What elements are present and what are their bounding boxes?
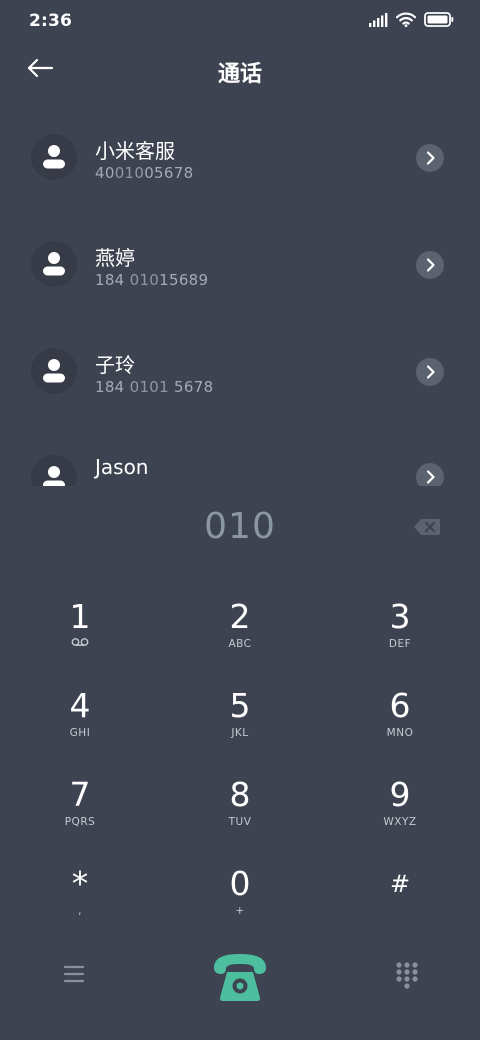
key-letters: JKL — [231, 727, 249, 739]
dialpad-toggle-button[interactable] — [392, 960, 422, 992]
contact-row[interactable]: 小米客服 4001005678 — [0, 104, 480, 211]
contact-detail-button[interactable] — [416, 358, 444, 386]
key-digit: 8 — [229, 775, 251, 814]
key-3[interactable]: 3 DEF — [340, 598, 460, 678]
bottom-bar — [0, 944, 480, 1014]
key-9[interactable]: 9 WXYZ — [340, 776, 460, 856]
contact-number: 184 0101 5678 — [95, 378, 213, 396]
key-letters: MNO — [386, 727, 414, 739]
contact-number: 184 01015689 — [95, 271, 208, 289]
number-part: 184 — [95, 271, 130, 289]
contact-detail-button[interactable] — [416, 144, 444, 172]
phone-icon — [214, 954, 266, 1001]
avatar — [31, 134, 77, 180]
key-star[interactable]: * , — [20, 865, 140, 945]
wifi-icon — [395, 12, 417, 31]
key-8[interactable]: 8 TUV — [180, 776, 300, 856]
voicemail-icon — [20, 636, 140, 652]
key-digit: 2 — [229, 597, 251, 636]
key-letters: TUV — [228, 816, 252, 828]
contact-name: Jason — [95, 455, 149, 479]
avatar — [31, 348, 77, 394]
person-icon — [43, 359, 65, 383]
signal-icon — [369, 12, 388, 31]
contact-name: 燕婷 — [95, 246, 135, 270]
key-digit: 0 — [229, 864, 251, 903]
battery-icon — [424, 12, 454, 31]
header: 通话 — [0, 44, 480, 96]
dialed-number: 010 — [204, 506, 276, 547]
key-letters: GHI — [69, 727, 91, 739]
key-4[interactable]: 4 GHI — [20, 687, 140, 767]
backspace-icon — [414, 519, 440, 535]
number-part: 05678 — [144, 164, 194, 182]
call-button[interactable] — [207, 948, 273, 1004]
avatar — [31, 455, 77, 486]
chevron-right-icon — [426, 470, 435, 484]
key-digit: 5 — [229, 686, 251, 725]
chevron-right-icon — [426, 258, 435, 272]
contact-suggestion-list: 小米客服 4001005678 燕婷 184 01015689 子玲 184 0… — [0, 104, 480, 486]
key-letters: PQRS — [64, 816, 96, 828]
number-part: 40 — [95, 164, 115, 182]
contact-row[interactable]: 子玲 184 0101 5678 — [0, 318, 480, 425]
number-part: 5678 — [168, 378, 214, 396]
status-time: 2:36 — [29, 11, 73, 31]
key-5[interactable]: 5 JKL — [180, 687, 300, 767]
person-icon — [43, 252, 65, 276]
contact-detail-button[interactable] — [416, 251, 444, 279]
key-6[interactable]: 6 MNO — [340, 687, 460, 767]
keypad: 1 2 ABC 3 DEF 4 GHI 5 JKL 6 MNO 7 PQRS 8… — [0, 588, 480, 944]
number-match-highlight: 0101 — [129, 378, 169, 396]
key-digit: * — [71, 864, 89, 903]
chevron-right-icon — [426, 151, 435, 165]
chevron-right-icon — [426, 365, 435, 379]
key-digit: 9 — [389, 775, 411, 814]
contact-detail-button[interactable] — [416, 463, 444, 486]
number-match-highlight: 010 — [114, 164, 145, 182]
contact-name: 子玲 — [95, 353, 135, 377]
key-digit: # — [389, 870, 411, 898]
person-icon — [43, 145, 65, 169]
key-digit: 7 — [69, 775, 91, 814]
dialer-screen: 2:36 通话 小米客服 4001005678 燕婷 184 01015689 … — [0, 0, 480, 1040]
contact-number: 4001005678 — [95, 164, 193, 182]
dial-display: 010 — [0, 500, 480, 560]
avatar — [31, 241, 77, 287]
contact-name: 小米客服 — [95, 139, 175, 163]
key-2[interactable]: 2 ABC — [180, 598, 300, 678]
key-letters: ABC — [228, 638, 252, 650]
key-letters: + — [235, 905, 245, 917]
dialpad-icon — [396, 962, 418, 989]
page-title: 通话 — [217, 62, 262, 87]
menu-icon — [63, 965, 85, 983]
key-letters: WXYZ — [383, 816, 417, 828]
contact-row[interactable]: 燕婷 184 01015689 — [0, 211, 480, 318]
number-part: 184 — [95, 378, 130, 396]
key-1[interactable]: 1 — [20, 598, 140, 678]
key-digit: 6 — [389, 686, 411, 725]
key-7[interactable]: 7 PQRS — [20, 776, 140, 856]
number-part: 15689 — [159, 271, 209, 289]
person-icon — [43, 466, 65, 486]
key-letters: , — [78, 905, 82, 917]
key-digit: 1 — [69, 597, 91, 636]
key-hash[interactable]: # — [340, 865, 460, 945]
number-match-highlight: 010 — [129, 271, 160, 289]
menu-button[interactable] — [60, 962, 88, 986]
key-digit: 3 — [389, 597, 411, 636]
backspace-button[interactable] — [412, 514, 442, 540]
key-digit: 4 — [69, 686, 91, 725]
status-icons — [369, 12, 454, 31]
key-letters: DEF — [388, 638, 412, 650]
contact-row[interactable]: Jason — [0, 425, 480, 486]
key-0[interactable]: 0 + — [180, 865, 300, 945]
status-bar: 2:36 — [0, 0, 480, 42]
